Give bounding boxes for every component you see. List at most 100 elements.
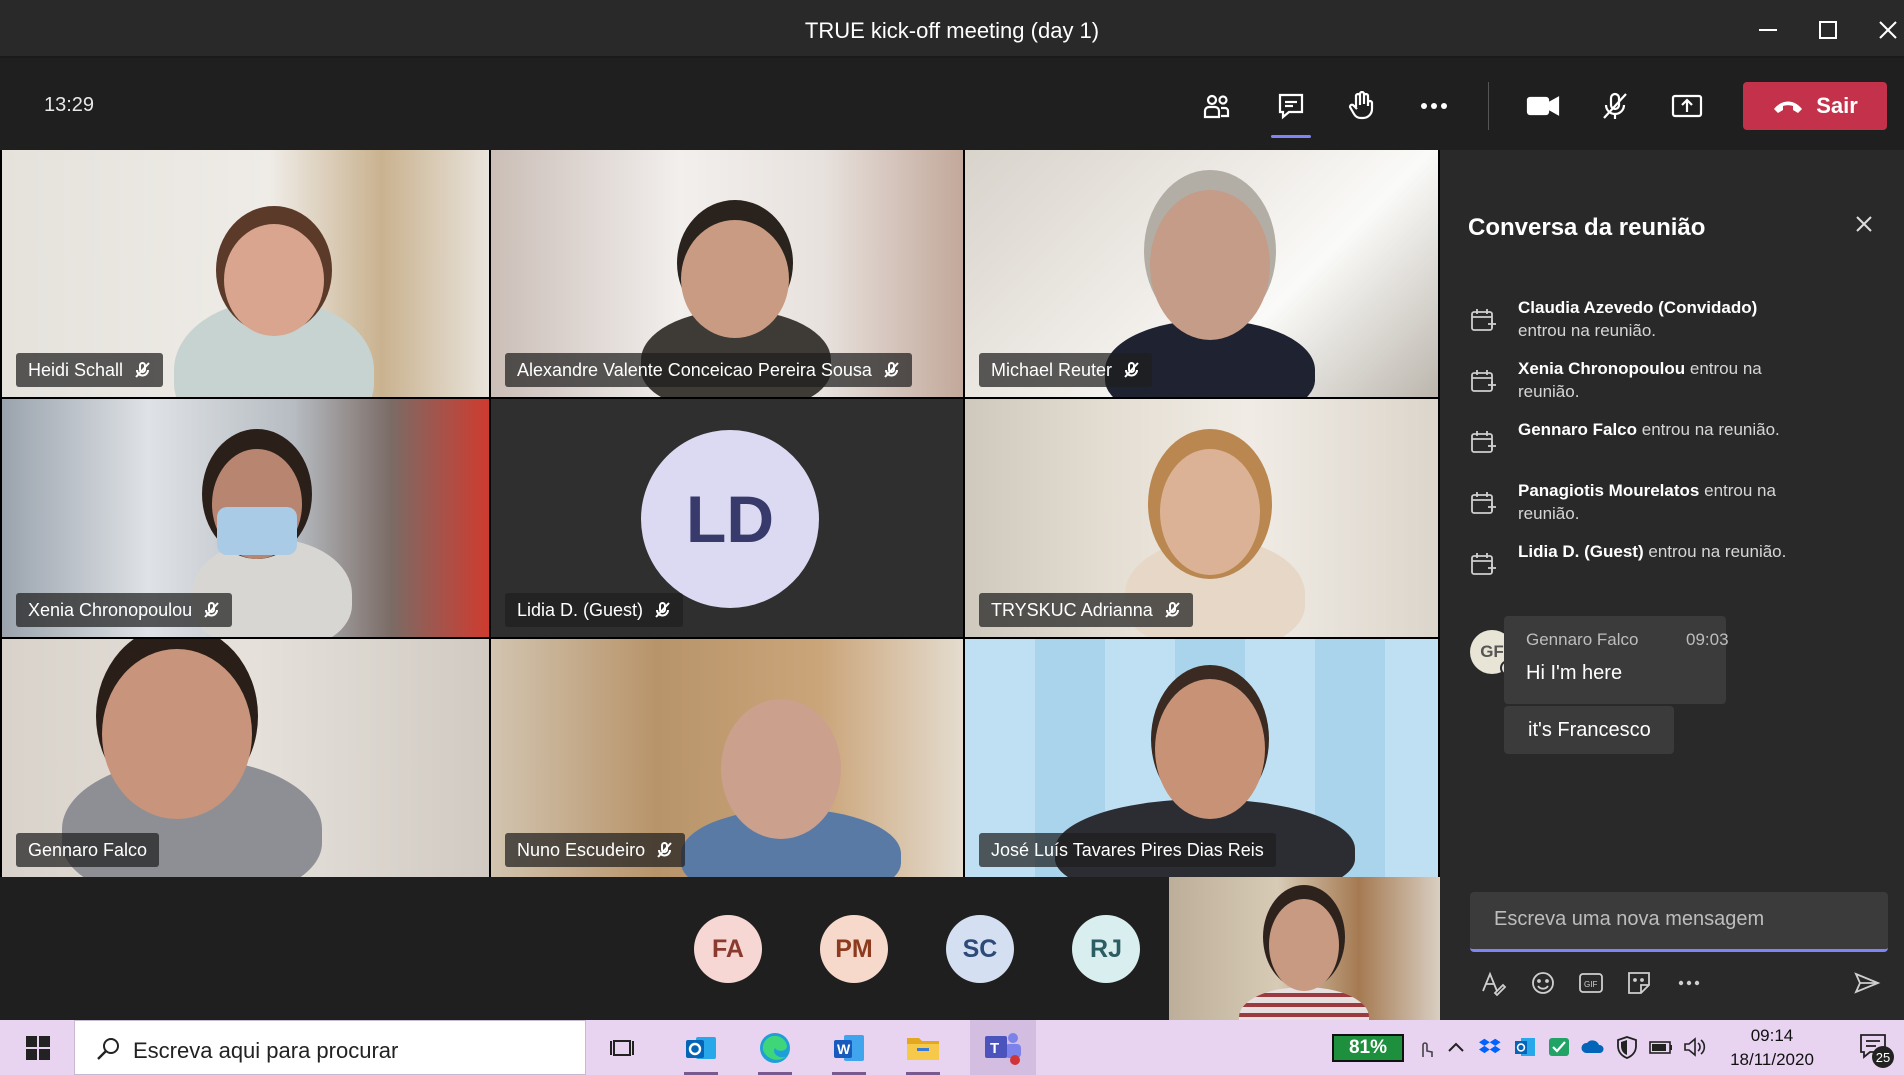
- message-text: it's Francesco: [1528, 719, 1651, 741]
- video-grid: Heidi Schall Alexandre Valente Conceicao…: [0, 150, 1440, 877]
- video-tile[interactable]: TRYSKUC Adrianna: [965, 399, 1438, 637]
- chat-message[interactable]: it's Francesco: [1504, 706, 1674, 754]
- video-tile[interactable]: Gennaro Falco: [2, 639, 489, 877]
- video-tile[interactable]: José Luís Tavares Pires Dias Reis: [965, 639, 1438, 877]
- raise-hand-button[interactable]: [1336, 80, 1388, 132]
- action-center-button[interactable]: 25: [1858, 1032, 1894, 1068]
- more-icon: [1421, 103, 1447, 109]
- send-button[interactable]: [1850, 966, 1884, 1000]
- more-icon: [1678, 980, 1700, 986]
- emoji-button[interactable]: [1526, 966, 1560, 1000]
- start-button[interactable]: [14, 1032, 62, 1064]
- edge-icon: [760, 1033, 790, 1063]
- close-window-button[interactable]: [1868, 10, 1904, 50]
- mic-muted-icon: [1124, 362, 1139, 378]
- video-tile[interactable]: LD Lidia D. (Guest): [491, 399, 963, 637]
- more-options-button[interactable]: [1672, 966, 1706, 1000]
- show-hidden-icons-button[interactable]: [1443, 1034, 1469, 1060]
- share-screen-button[interactable]: [1661, 80, 1713, 132]
- outlook-app[interactable]: [674, 1026, 728, 1075]
- word-app[interactable]: W: [822, 1026, 876, 1075]
- teams-app-active[interactable]: T: [970, 1020, 1036, 1075]
- mic-muted-icon: [884, 362, 899, 378]
- leave-button[interactable]: Sair: [1743, 82, 1887, 130]
- outlook-tray-icon[interactable]: [1512, 1034, 1538, 1060]
- message-text: Hi I'm here: [1526, 662, 1623, 684]
- self-video-preview[interactable]: [1169, 877, 1440, 1020]
- participant-avatar[interactable]: RJ: [1072, 915, 1140, 983]
- mic-muted-icon: [204, 602, 219, 618]
- leave-label: Sair: [1816, 93, 1858, 118]
- gif-icon: GIF: [1579, 973, 1603, 993]
- touch-icon[interactable]: [1412, 1034, 1438, 1060]
- clock-time: 09:14: [1750, 1026, 1794, 1045]
- close-chat-button[interactable]: [1854, 214, 1874, 239]
- minimize-button[interactable]: [1748, 10, 1788, 50]
- edge-app[interactable]: [748, 1026, 802, 1075]
- chat-button[interactable]: [1265, 80, 1317, 138]
- participant-avatar[interactable]: FA: [694, 915, 762, 983]
- calendar-join-icon: [1471, 370, 1496, 392]
- participant-name-tag: Michael Reuter: [979, 353, 1153, 387]
- clock-date: 18/11/2020: [1730, 1050, 1814, 1069]
- battery-indicator[interactable]: 81%: [1332, 1034, 1404, 1062]
- emoji-icon: [1532, 972, 1554, 994]
- camera-icon: [1526, 96, 1560, 116]
- compose-box[interactable]: [1470, 892, 1888, 952]
- taskbar: Escreva aqui para procurar W T 81% 09:14…: [0, 1020, 1904, 1075]
- close-icon: [1856, 216, 1872, 232]
- meeting-toolbar: 13:29 Sair: [0, 60, 1904, 150]
- meeting-timer: 13:29: [44, 94, 95, 116]
- chat-message[interactable]: Gennaro Falco 09:03 Hi I'm here: [1504, 616, 1729, 704]
- video-tile[interactable]: Xenia Chronopoulou: [2, 399, 489, 637]
- send-icon: [1854, 972, 1881, 994]
- mic-muted-icon: [657, 842, 672, 858]
- teams-icon: T: [985, 1033, 1021, 1065]
- power-icon[interactable]: [1648, 1034, 1674, 1060]
- search-icon: [97, 1038, 119, 1060]
- participant-avatar[interactable]: PM: [820, 915, 888, 983]
- calendar-join-icon: [1471, 431, 1496, 453]
- toolbar-divider: [1488, 82, 1489, 130]
- format-button[interactable]: [1476, 966, 1510, 1000]
- sticker-icon: [1628, 972, 1650, 994]
- gif-button[interactable]: GIF: [1574, 966, 1608, 1000]
- camera-button[interactable]: [1517, 80, 1569, 132]
- calendar-join-icon: [1471, 309, 1496, 331]
- more-actions-button[interactable]: [1408, 80, 1460, 132]
- volume-icon[interactable]: [1682, 1034, 1708, 1060]
- task-view-icon: [610, 1040, 634, 1056]
- file-explorer-app[interactable]: [896, 1026, 950, 1075]
- task-view-button[interactable]: [596, 1026, 650, 1070]
- video-tile[interactable]: Alexandre Valente Conceicao Pereira Sous…: [491, 150, 963, 397]
- chat-title: Conversa da reunião: [1468, 214, 1706, 241]
- video-tile[interactable]: Michael Reuter: [965, 150, 1438, 397]
- dropbox-icon[interactable]: [1478, 1034, 1504, 1060]
- sticker-button[interactable]: [1622, 966, 1656, 1000]
- chat-event: Claudia Azevedo (Convidado) entrou na re…: [1468, 296, 1888, 342]
- message-time: 09:03: [1686, 630, 1729, 649]
- system-clock[interactable]: 09:14 18/11/2020: [1724, 1024, 1820, 1072]
- participant-name-tag: Lidia D. (Guest): [505, 593, 684, 627]
- svg-text:T: T: [990, 1040, 999, 1057]
- participant-name-tag: TRYSKUC Adrianna: [979, 593, 1193, 627]
- outlook-icon: [686, 1037, 716, 1059]
- maximize-button[interactable]: [1808, 10, 1848, 50]
- security-check-icon[interactable]: [1546, 1034, 1572, 1060]
- participant-avatar[interactable]: SC: [946, 915, 1014, 983]
- title-bar: TRUE kick-off meeting (day 1): [0, 0, 1904, 58]
- calendar-join-icon: [1471, 492, 1496, 514]
- overflow-participants-strip: FA PM SC RJ: [0, 877, 1440, 1020]
- video-tile[interactable]: Heidi Schall: [2, 150, 489, 397]
- meeting-chat-panel: Conversa da reunião Claudia Azevedo (Con…: [1440, 150, 1904, 1020]
- microphone-muted-icon: [1603, 92, 1627, 119]
- folder-icon: [907, 1038, 939, 1060]
- participants-button[interactable]: [1191, 80, 1243, 132]
- chat-event: Xenia Chronopoulou entrou na reunião.: [1468, 357, 1888, 403]
- microphone-button[interactable]: [1589, 80, 1641, 132]
- message-input[interactable]: [1494, 908, 1874, 931]
- defender-shield-icon[interactable]: [1614, 1034, 1640, 1060]
- video-tile[interactable]: Nuno Escudeiro: [491, 639, 963, 877]
- onedrive-icon[interactable]: [1580, 1034, 1606, 1060]
- taskbar-search[interactable]: Escreva aqui para procurar: [74, 1020, 586, 1075]
